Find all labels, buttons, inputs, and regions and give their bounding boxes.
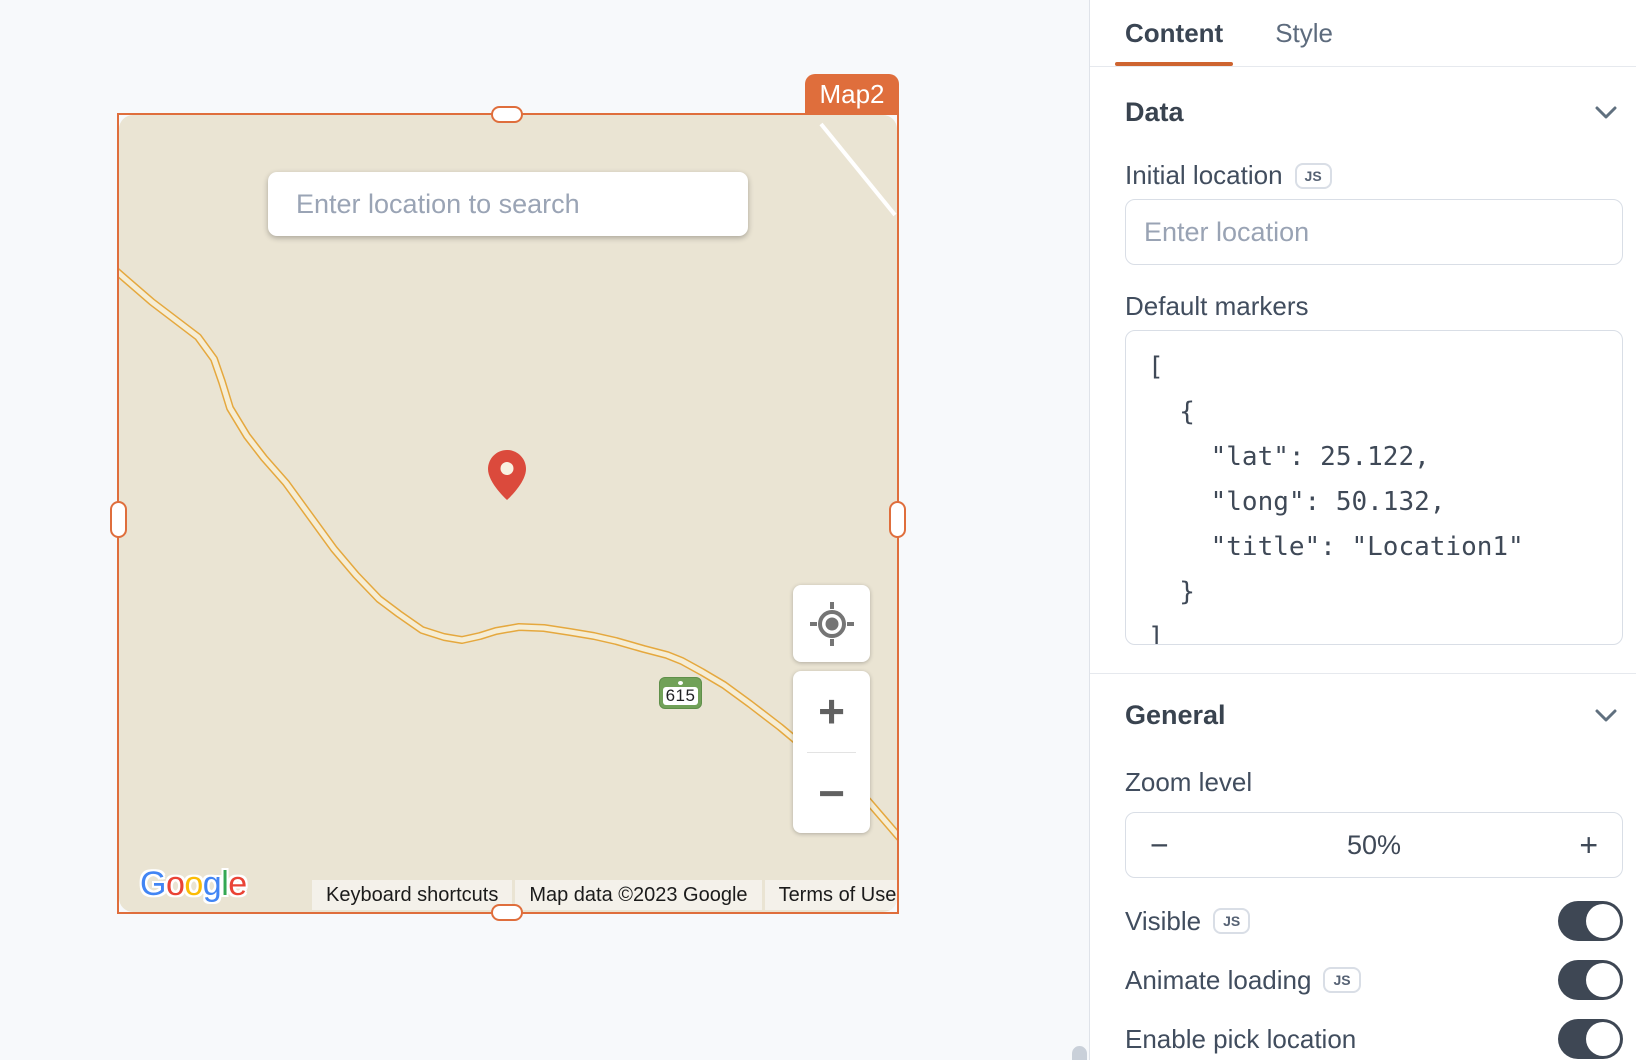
- panel-tabs: Content Style: [1090, 0, 1636, 67]
- map-marker-pin: [488, 450, 526, 500]
- default-markers-editor[interactable]: [ { "lat": 25.122, "long": 50.132, "titl…: [1125, 330, 1623, 645]
- resize-handle-right[interactable]: [889, 501, 906, 538]
- visible-label: Visible: [1125, 906, 1201, 937]
- increment-button[interactable]: +: [1558, 829, 1598, 861]
- toggle-knob: [1586, 963, 1620, 997]
- zoom-in-button[interactable]: +: [793, 671, 870, 752]
- route-shield-615: 615: [659, 677, 702, 709]
- app-builder-screen: Map2 615: [0, 0, 1636, 1060]
- visible-toggle[interactable]: [1558, 901, 1623, 941]
- locate-target-icon: [809, 601, 855, 647]
- map-component[interactable]: Map2 615: [117, 113, 899, 914]
- js-binding-badge[interactable]: JS: [1323, 967, 1360, 993]
- animate-loading-toggle-row: Animate loading JS: [1125, 960, 1623, 1000]
- component-name-badge: Map2: [805, 74, 899, 115]
- zoom-level-value: 50%: [1190, 830, 1558, 861]
- initial-location-label-row: Initial location JS: [1125, 160, 1623, 191]
- canvas-scrollbar-thumb[interactable]: [1072, 1046, 1087, 1060]
- chevron-down-icon[interactable]: [1595, 709, 1617, 722]
- zoom-level-stepper: − 50% +: [1125, 812, 1623, 878]
- tab-content[interactable]: Content: [1125, 0, 1223, 66]
- animate-loading-toggle[interactable]: [1558, 960, 1623, 1000]
- default-markers-label: Default markers: [1125, 291, 1309, 322]
- section-divider: [1090, 673, 1636, 674]
- js-binding-badge[interactable]: JS: [1295, 163, 1332, 189]
- initial-location-label: Initial location: [1125, 160, 1283, 191]
- google-map[interactable]: 615 + − Google: [119, 115, 897, 912]
- general-section-title: General: [1125, 700, 1226, 731]
- initial-location-input[interactable]: [1125, 199, 1623, 265]
- panel-body: Data Initial location JS Default markers…: [1090, 97, 1636, 1059]
- shield-dot: [678, 681, 683, 685]
- animate-loading-label: Animate loading: [1125, 965, 1311, 996]
- data-section-title: Data: [1125, 97, 1184, 128]
- active-tab-underline: [1115, 62, 1233, 66]
- terms-of-use-link[interactable]: Terms of Use: [765, 880, 897, 910]
- tab-style[interactable]: Style: [1275, 0, 1333, 66]
- zoom-level-label: Zoom level: [1125, 767, 1252, 798]
- zoom-level-label-row: Zoom level: [1125, 767, 1623, 798]
- shield-number: 615: [663, 687, 698, 705]
- google-logo[interactable]: Google: [140, 865, 247, 904]
- map-zoom-control: + −: [793, 671, 870, 833]
- decrement-button[interactable]: −: [1150, 829, 1190, 861]
- visible-toggle-row: Visible JS: [1125, 901, 1623, 941]
- enable-pick-location-toggle[interactable]: [1558, 1019, 1623, 1059]
- resize-handle-top[interactable]: [491, 106, 523, 123]
- zoom-out-button[interactable]: −: [793, 753, 870, 834]
- map-search-input[interactable]: [268, 172, 748, 236]
- settings-panel: Content Style Data Initial location JS: [1089, 0, 1636, 1060]
- map-attribution-bar: Keyboard shortcuts Map data ©2023 Google…: [312, 880, 897, 910]
- toggle-knob: [1586, 904, 1620, 938]
- toggle-knob: [1586, 1022, 1620, 1056]
- enable-pick-location-toggle-row: Enable pick location: [1125, 1019, 1623, 1059]
- default-markers-label-row: Default markers: [1125, 291, 1623, 322]
- my-location-button[interactable]: [793, 585, 870, 662]
- resize-handle-bottom[interactable]: [491, 904, 523, 921]
- enable-pick-location-label: Enable pick location: [1125, 1024, 1356, 1055]
- general-section-header: General: [1125, 700, 1623, 731]
- data-section-header: Data: [1125, 97, 1623, 128]
- js-binding-badge[interactable]: JS: [1213, 908, 1250, 934]
- keyboard-shortcuts-link[interactable]: Keyboard shortcuts: [312, 880, 512, 910]
- chevron-down-icon[interactable]: [1595, 106, 1617, 119]
- map-data-copyright: Map data ©2023 Google: [515, 880, 761, 910]
- resize-handle-left[interactable]: [110, 501, 127, 538]
